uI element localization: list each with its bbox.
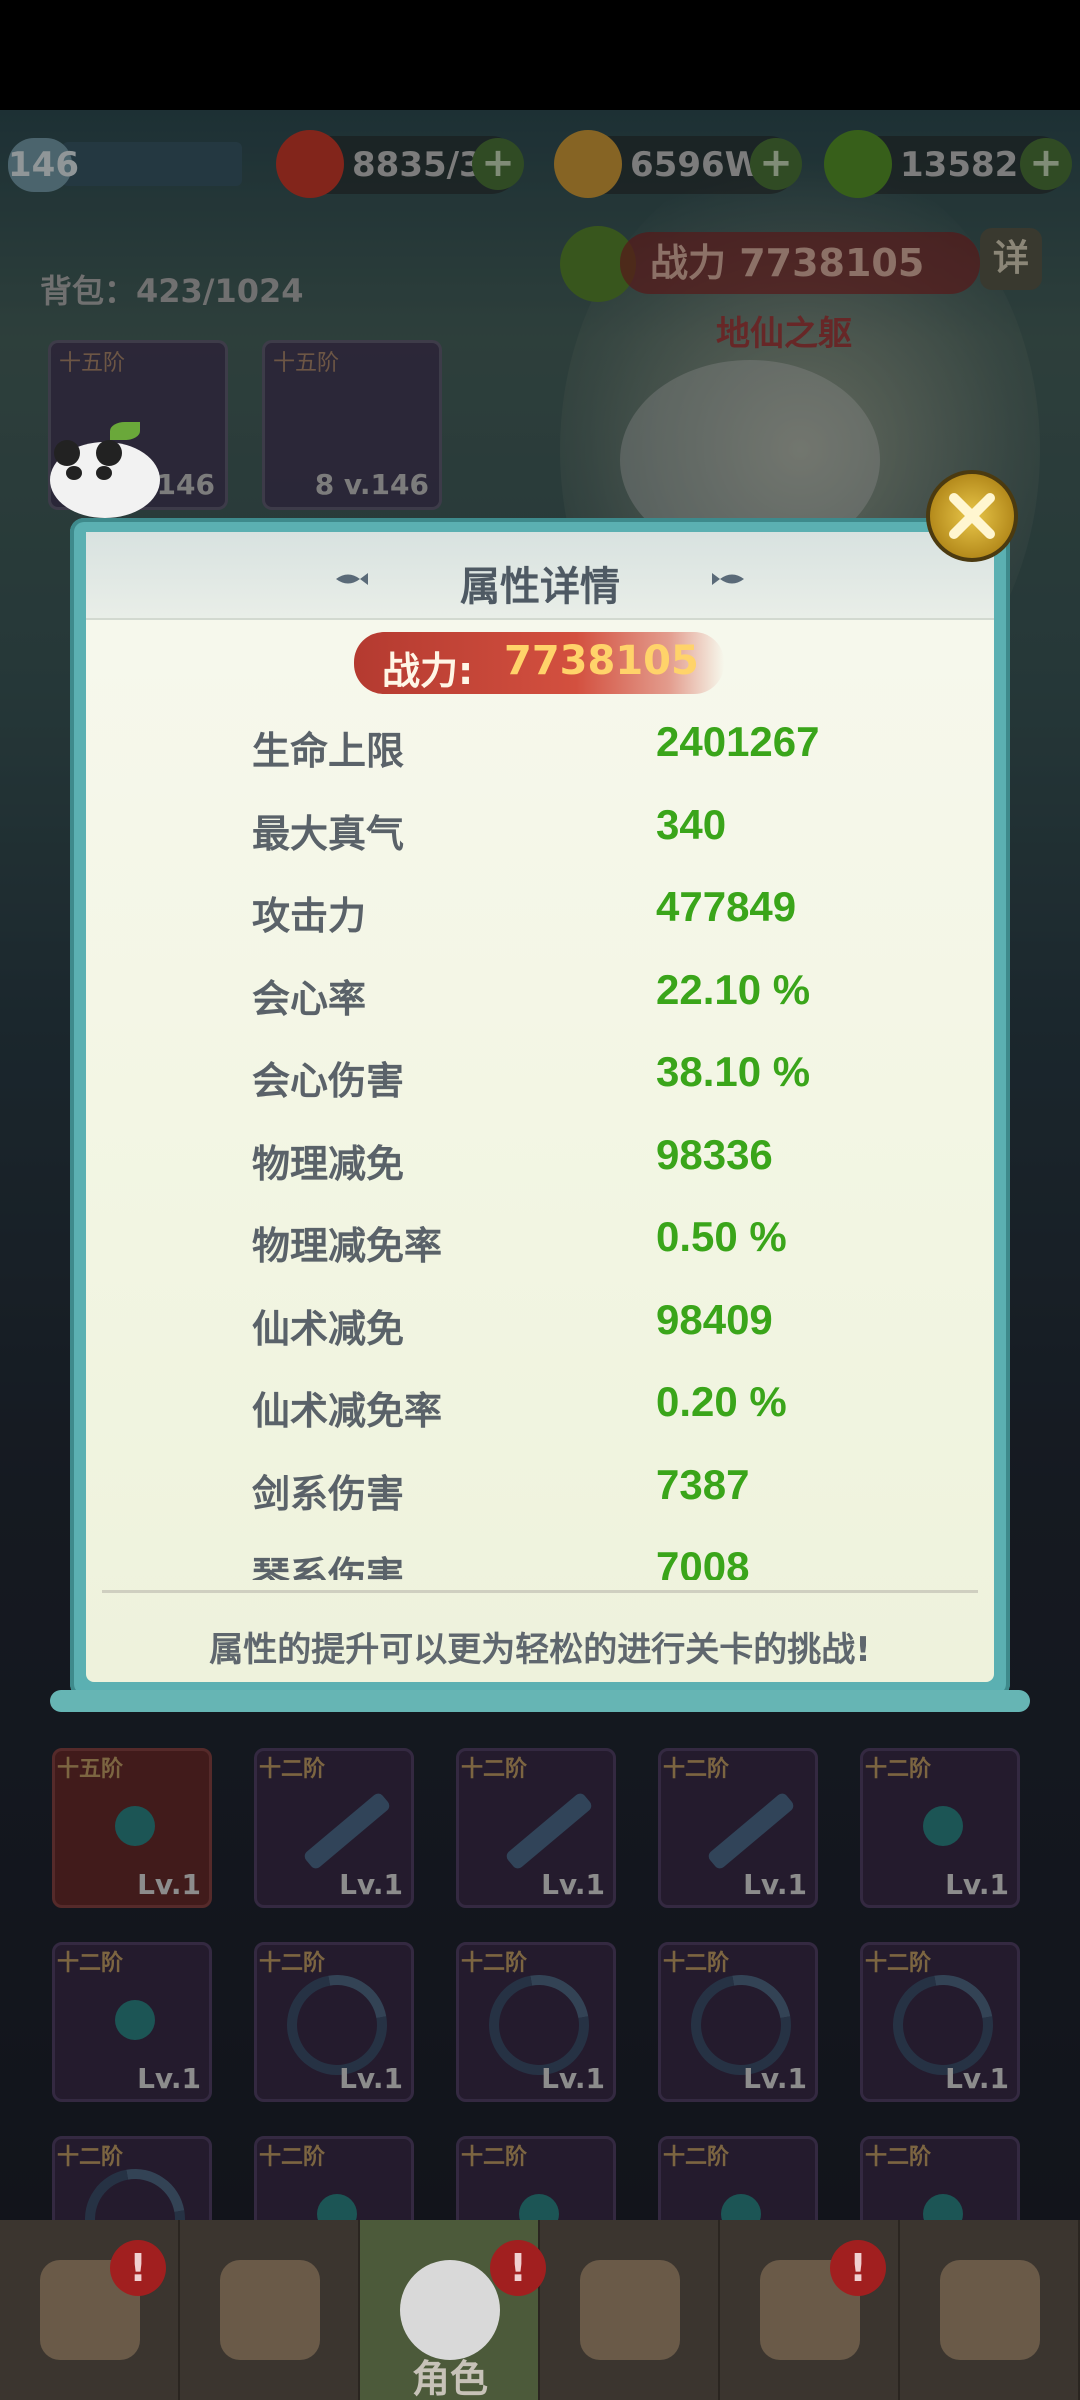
notification-badge: !	[110, 2240, 166, 2296]
panda-mascot	[40, 422, 170, 522]
nav-label: 角色	[411, 2357, 488, 2400]
close-icon	[949, 493, 995, 539]
attribute-detail-modal: 属性详情 战力: 7738105 生命上限 2401267 最大真气 340 攻击力 47…	[70, 518, 1010, 1698]
attribute-name: 琴系伤害	[252, 1554, 405, 1580]
nav-item-character[interactable]: ! 角色	[360, 2220, 546, 2400]
attribute-value: 0.50 %	[656, 1213, 787, 1260]
attribute-name: 生命上限	[252, 729, 405, 773]
attribute-row: 剑系伤害 7387	[86, 1451, 994, 1533]
divider	[102, 1590, 978, 1593]
attribute-row: 会心伤害 38.10 %	[86, 1038, 994, 1120]
status-bar	[0, 0, 1080, 110]
attribute-row: 物理减免率 0.50 %	[86, 1203, 994, 1285]
nav-item-pavilion[interactable]	[900, 2220, 1080, 2400]
attribute-name: 最大真气	[252, 811, 405, 856]
close-button[interactable]	[926, 470, 1018, 562]
attribute-row: 生命上限 2401267	[86, 708, 994, 790]
combat-power-banner: 战力: 7738105	[354, 632, 724, 694]
attribute-name: 会心率	[252, 976, 367, 1021]
power-label: 战力:	[382, 649, 474, 693]
attribute-name: 物理减免率	[252, 1224, 443, 1268]
attribute-name: 物理减免	[252, 1141, 405, 1186]
attribute-name: 仙术减免率	[252, 1389, 443, 1433]
attribute-value: 340	[656, 800, 727, 848]
attribute-list[interactable]: 生命上限 2401267 最大真气 340 攻击力 477849 会心率 22.10 % 会心伤…	[86, 708, 994, 1580]
attribute-value: 7387	[656, 1460, 750, 1508]
power-value: 7738105	[504, 638, 699, 684]
attribute-row: 会心率 22.10 %	[86, 956, 994, 1038]
attribute-value: 0.20 %	[656, 1378, 787, 1425]
nav-item-book[interactable]: !	[720, 2220, 900, 2400]
attribute-value: 22.10 %	[656, 965, 811, 1013]
modal-title: 属性详情	[460, 564, 620, 610]
notification-badge: !	[830, 2240, 886, 2296]
attribute-value: 477849	[656, 883, 797, 930]
attribute-value: 2401267	[656, 718, 820, 765]
attribute-row: 攻击力 477849	[86, 873, 994, 955]
attribute-value: 98409	[656, 1295, 773, 1343]
attribute-name: 剑系伤害	[252, 1471, 405, 1516]
bag-icon	[220, 2260, 320, 2360]
fish-ornament-icon	[710, 570, 746, 588]
footer-tip: 属性的提升可以更为轻松的进行关卡的挑战!	[209, 1630, 871, 1670]
attribute-row: 最大真气 340	[86, 791, 994, 873]
nav-item-sun[interactable]	[540, 2220, 720, 2400]
notification-badge: !	[490, 2240, 546, 2296]
attribute-name: 攻击力	[252, 894, 367, 938]
attribute-value: 7008	[656, 1543, 750, 1580]
attribute-row: 仙术减免率 0.20 %	[86, 1368, 994, 1450]
attribute-name: 仙术减免	[252, 1306, 405, 1351]
panda-icon	[400, 2260, 500, 2360]
attribute-value: 38.10 %	[656, 1048, 811, 1095]
nav-item-scroll[interactable]: !	[0, 2220, 180, 2400]
pavilion-icon	[940, 2260, 1040, 2360]
attribute-name: 会心伤害	[252, 1059, 405, 1103]
bottom-nav: ! ! 角色 !	[0, 2220, 1080, 2400]
attribute-value: 98336	[656, 1130, 773, 1178]
attribute-row: 琴系伤害 7008	[86, 1533, 994, 1580]
sun-icon	[580, 2260, 680, 2360]
attribute-row: 物理减免 98336	[86, 1121, 994, 1203]
attribute-row: 仙术减免 98409	[86, 1286, 994, 1368]
nav-item-bag[interactable]	[180, 2220, 360, 2400]
scroll-bottom-curl	[50, 1690, 1030, 1712]
